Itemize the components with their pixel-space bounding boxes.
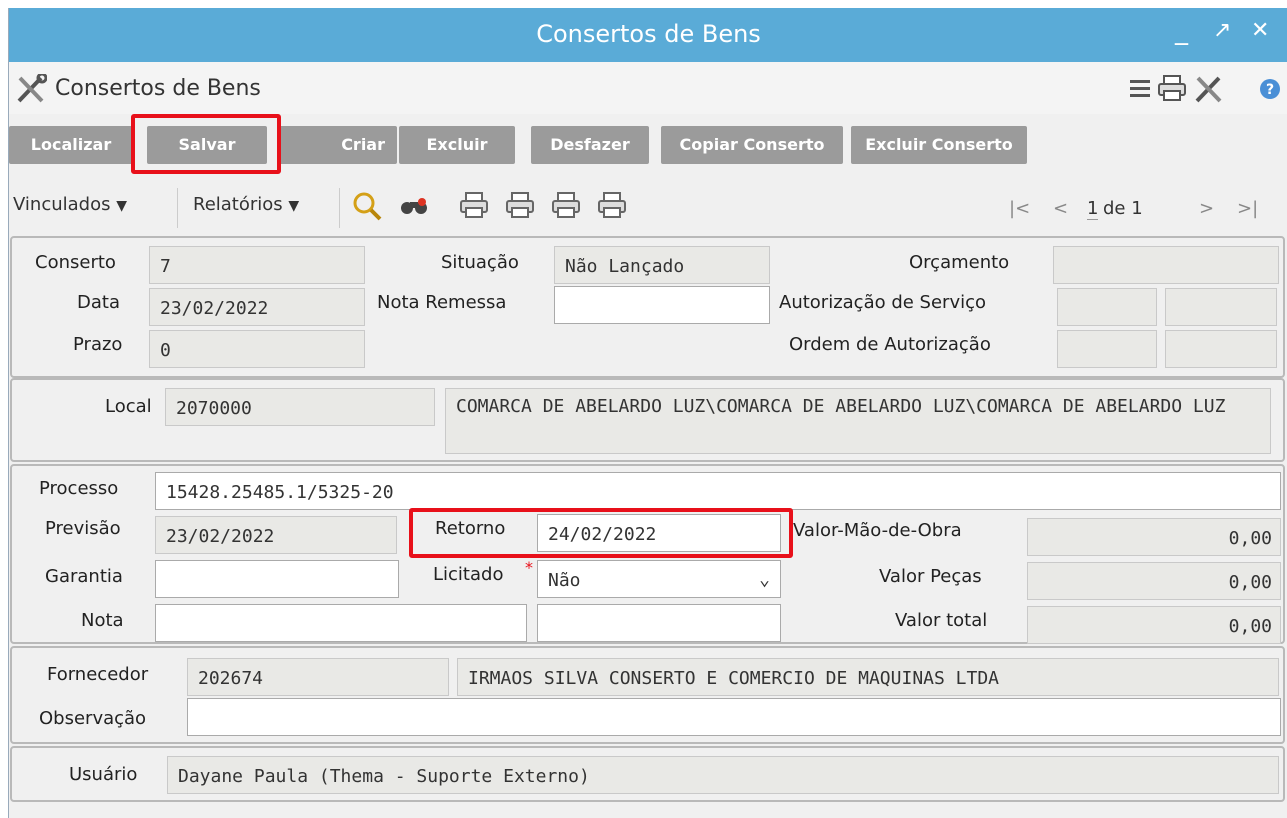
secondary-toolbar: Vinculados ▼ Relatórios ▼ |< < 1 de 1 > … xyxy=(9,170,1287,236)
copiar-conserto-button[interactable]: Copiar Conserto xyxy=(661,126,843,164)
maximize-icon[interactable]: ↗ xyxy=(1213,18,1231,43)
next-page-icon[interactable]: > xyxy=(1199,198,1214,219)
excluir-conserto-button[interactable]: Excluir Conserto xyxy=(851,126,1027,164)
vinculados-dropdown[interactable]: Vinculados ▼ xyxy=(13,194,127,215)
autorizacao-label: Autorização de Serviço xyxy=(779,292,987,313)
excluir-button[interactable]: Excluir xyxy=(399,126,515,164)
valor-pecas-label: Valor Peças xyxy=(879,566,982,587)
tools-icon xyxy=(17,74,47,103)
data-field[interactable]: 23/02/2022 xyxy=(149,288,365,326)
relatorios-label: Relatórios xyxy=(193,194,283,215)
licitado-value: Não xyxy=(548,570,581,591)
search-icon[interactable] xyxy=(351,190,383,222)
printer-icon[interactable] xyxy=(1157,74,1187,102)
chevron-down-icon: ⌄ xyxy=(759,569,770,590)
orcamento-field[interactable] xyxy=(1053,246,1279,284)
processo-label: Processo xyxy=(39,478,119,499)
form-header: Consertos de Bens ? xyxy=(9,62,1287,114)
page-number[interactable]: 1 xyxy=(1087,198,1099,220)
prazo-label: Prazo xyxy=(73,334,123,355)
printer-icon[interactable] xyxy=(597,190,627,220)
prev-page-icon[interactable]: < xyxy=(1053,198,1068,219)
fornecedor-code-field[interactable]: 202674 xyxy=(187,658,449,696)
binoculars-icon[interactable] xyxy=(399,194,429,218)
situacao-label: Situação xyxy=(441,252,519,273)
nota-label: Nota xyxy=(81,610,124,631)
prazo-field[interactable]: 0 xyxy=(149,330,365,368)
retorno-highlight xyxy=(409,508,793,558)
desfazer-button[interactable]: Desfazer xyxy=(531,126,649,164)
fornecedor-name-field[interactable]: IRMAOS SILVA CONSERTO E COMERCIO DE MAQU… xyxy=(457,658,1279,696)
fornecedor-label: Fornecedor xyxy=(47,664,149,685)
page-count: de 1 xyxy=(1103,198,1143,219)
printer-icon[interactable] xyxy=(551,190,581,220)
close-icon[interactable]: ✕ xyxy=(1251,18,1269,43)
caret-down-icon: ▼ xyxy=(116,198,127,214)
valor-mao-label: Valor-Mão-de-Obra xyxy=(793,520,962,541)
garantia-field[interactable] xyxy=(155,560,399,598)
situacao-field[interactable]: Não Lançado xyxy=(554,246,770,284)
local-label: Local xyxy=(105,396,152,417)
usuario-field[interactable]: Dayane Paula (Thema - Suporte Externo) xyxy=(167,756,1279,794)
orcamento-label: Orçamento xyxy=(909,252,1010,273)
nota-extra-field[interactable] xyxy=(537,604,781,642)
nota-remessa-label: Nota Remessa xyxy=(377,292,507,313)
previsao-label: Previsão xyxy=(45,518,121,539)
licitado-select[interactable]: Não ⌄ xyxy=(537,560,781,598)
window: Consertos de Bens _ ↗ ✕ Consertos de Ben… xyxy=(8,8,1287,818)
divider xyxy=(177,188,178,228)
required-marker: * xyxy=(525,558,533,577)
nota-field[interactable] xyxy=(155,604,527,642)
last-page-icon[interactable]: >| xyxy=(1237,198,1258,219)
vinculados-label: Vinculados xyxy=(13,194,111,215)
data-label: Data xyxy=(77,292,120,313)
menu-icon[interactable] xyxy=(1130,78,1152,98)
caret-down-icon: ▼ xyxy=(288,198,300,214)
ordem-label: Ordem de Autorização xyxy=(789,334,991,355)
valor-total-field[interactable]: 0,00 xyxy=(1027,606,1281,644)
valor-total-label: Valor total xyxy=(895,610,988,631)
valor-pecas-field[interactable]: 0,00 xyxy=(1027,562,1281,600)
relatorios-dropdown[interactable]: Relatórios ▼ xyxy=(193,194,299,215)
criar-button[interactable]: Criar xyxy=(279,126,397,164)
usuario-label: Usuário xyxy=(69,764,138,785)
localizar-button[interactable]: Localizar xyxy=(9,126,133,164)
processo-field[interactable]: 15428.25485.1/5325-20 xyxy=(155,472,1281,510)
title-bar: Consertos de Bens _ ↗ ✕ xyxy=(9,8,1287,62)
page-title: Consertos de Bens xyxy=(55,76,261,101)
first-page-icon[interactable]: |< xyxy=(1009,198,1030,219)
salvar-highlight xyxy=(131,114,281,174)
licitado-label: Licitado xyxy=(433,564,504,585)
conserto-label: Conserto xyxy=(35,252,116,273)
local-desc-field[interactable]: COMARCA DE ABELARDO LUZ\COMARCA DE ABELA… xyxy=(445,388,1271,454)
local-code-field[interactable]: 2070000 xyxy=(165,388,435,426)
valor-mao-field[interactable]: 0,00 xyxy=(1027,518,1281,556)
ordem-field-2[interactable] xyxy=(1165,330,1277,368)
printer-icon[interactable] xyxy=(505,190,535,220)
autorizacao-field-2[interactable] xyxy=(1165,288,1277,326)
garantia-label: Garantia xyxy=(45,566,123,587)
observacao-field[interactable] xyxy=(187,698,1281,736)
divider xyxy=(339,188,340,228)
observacao-label: Observação xyxy=(39,708,147,729)
svg-text:?: ? xyxy=(1266,82,1274,98)
minimize-icon[interactable]: _ xyxy=(1175,16,1188,46)
ordem-field-1[interactable] xyxy=(1057,330,1157,368)
nota-remessa-field[interactable] xyxy=(554,286,770,324)
printer-icon[interactable] xyxy=(459,190,489,220)
autorizacao-field-1[interactable] xyxy=(1057,288,1157,326)
window-title: Consertos de Bens xyxy=(536,20,761,48)
tools-icon[interactable] xyxy=(1193,74,1225,104)
help-icon[interactable]: ? xyxy=(1259,78,1281,100)
conserto-field[interactable]: 7 xyxy=(149,246,365,284)
previsao-field[interactable]: 23/02/2022 xyxy=(155,516,397,554)
